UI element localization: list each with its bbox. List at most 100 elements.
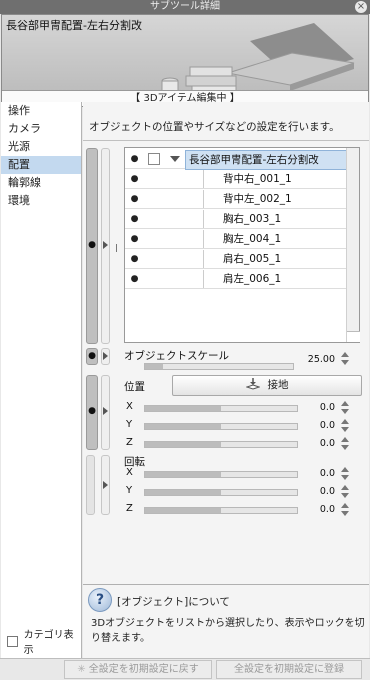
axis-slider[interactable] bbox=[144, 405, 298, 412]
object-row[interactable]: ● 胸右_003_1 bbox=[125, 210, 346, 229]
category-item[interactable]: カメラ bbox=[1, 120, 81, 138]
eye-icon[interactable]: ● bbox=[129, 154, 140, 164]
object-name: 肩右_005_1 bbox=[203, 250, 350, 268]
expand-arrow-icon[interactable] bbox=[103, 407, 108, 415]
object-name: 胸右_003_1 bbox=[203, 210, 350, 228]
window-titlebar: サブツール詳細 × bbox=[0, 0, 370, 14]
object-scale-slider[interactable] bbox=[144, 363, 294, 370]
slider-fill bbox=[145, 364, 163, 369]
axis-spin[interactable] bbox=[340, 485, 349, 499]
eye-icon[interactable]: ● bbox=[129, 214, 140, 224]
eye-icon[interactable]: ● bbox=[86, 351, 98, 361]
axis-slider[interactable] bbox=[144, 441, 298, 448]
help-divider bbox=[83, 584, 369, 585]
category-list: 操作 カメラ 光源 配置 輪郭線 環境 bbox=[1, 102, 81, 210]
axis-label: X bbox=[126, 401, 133, 412]
scale-marker bbox=[116, 244, 117, 252]
object-scale-value[interactable]: 25.00 bbox=[307, 354, 335, 365]
object-list: ● 長谷部甲冑配置-左右分割改 ● 背中右_001_1 ● 背中左_002_1 ● 胸右_… bbox=[124, 147, 360, 343]
axis-slider[interactable] bbox=[144, 507, 298, 514]
axis-value[interactable]: 0.0 bbox=[307, 402, 335, 413]
slider-fill bbox=[145, 508, 221, 513]
category-item[interactable]: 輪郭線 bbox=[1, 174, 81, 192]
object-scale-spin[interactable] bbox=[340, 352, 349, 366]
category-display-toggle[interactable]: カテゴリ表示 bbox=[7, 626, 81, 656]
axis-slider[interactable] bbox=[144, 489, 298, 496]
register-defaults-label: 全設定を初期設定に登録 bbox=[234, 664, 344, 675]
axis-spin[interactable] bbox=[340, 437, 349, 451]
settings-panel: オブジェクトの位置やサイズなどの設定を行います。 ● ● ● ● 長谷部甲冑配置… bbox=[83, 102, 369, 658]
axis-value[interactable]: 0.0 bbox=[307, 486, 335, 497]
divider bbox=[83, 140, 369, 141]
category-item[interactable]: 環境 bbox=[1, 192, 81, 210]
slider-fill bbox=[145, 406, 221, 411]
axis-slider[interactable] bbox=[144, 423, 298, 430]
axis-label: X bbox=[126, 467, 133, 478]
eye-icon[interactable]: ● bbox=[86, 240, 98, 250]
category-item[interactable]: 配置 bbox=[1, 156, 81, 174]
axis-label: Y bbox=[126, 419, 133, 430]
object-row[interactable]: ● 背中左_002_1 bbox=[125, 190, 346, 209]
eye-icon[interactable]: ● bbox=[129, 194, 140, 204]
preview-title: 長谷部甲冑配置-左右分割改 bbox=[6, 19, 142, 32]
help-title: [オブジェクト]について bbox=[117, 596, 230, 608]
object-row-parent[interactable]: ● 長谷部甲冑配置-左右分割改 bbox=[125, 150, 351, 170]
preview-panel: 長谷部甲冑配置-左右分割改 【 3Dアイテム編集中 】 bbox=[1, 14, 369, 107]
object-name: 肩左_006_1 bbox=[203, 270, 350, 288]
axis-slider[interactable] bbox=[144, 471, 298, 478]
axis-label: Z bbox=[126, 437, 133, 448]
slider-fill bbox=[145, 472, 221, 477]
lock-checkbox[interactable] bbox=[148, 153, 160, 165]
category-display-checkbox[interactable] bbox=[7, 635, 18, 647]
category-sidebar: 操作 カメラ 光源 配置 輪郭線 環境 カテゴリ表示 bbox=[1, 102, 82, 658]
category-item[interactable]: 操作 bbox=[1, 102, 81, 120]
axis-label: Y bbox=[126, 485, 133, 496]
category-item[interactable]: 光源 bbox=[1, 138, 81, 156]
category-display-label: カテゴリ表示 bbox=[23, 630, 74, 656]
eye-icon[interactable]: ● bbox=[129, 274, 140, 284]
ground-button[interactable]: 接地 bbox=[172, 375, 362, 396]
axis-value[interactable]: 0.0 bbox=[307, 468, 335, 479]
slider-fill bbox=[145, 442, 221, 447]
eye-icon[interactable]: ● bbox=[129, 174, 140, 184]
eye-icon[interactable]: ● bbox=[129, 234, 140, 244]
eye-icon[interactable]: ● bbox=[86, 406, 98, 416]
object-row[interactable]: ● 胸左_004_1 bbox=[125, 230, 346, 249]
slider-fill bbox=[145, 490, 221, 495]
window-title: サブツール詳細 bbox=[150, 1, 220, 12]
collapse-caret-icon[interactable] bbox=[170, 156, 180, 162]
help-text: 3Dオブジェクトをリストから選択したり、表示やロックを切り替えます。 bbox=[91, 618, 365, 644]
expand-arrow-icon[interactable] bbox=[103, 481, 108, 489]
object-row[interactable]: ● 肩右_005_1 bbox=[125, 250, 346, 269]
close-icon[interactable]: × bbox=[355, 1, 367, 13]
expand-arrow-icon[interactable] bbox=[103, 241, 108, 249]
object-list-scrollbar[interactable] bbox=[346, 148, 360, 342]
object-name: 背中右_001_1 bbox=[203, 170, 350, 188]
object-row[interactable]: ● 肩左_006_1 bbox=[125, 270, 346, 289]
rotation-visibility-track[interactable] bbox=[86, 455, 95, 515]
expand-arrow-icon[interactable] bbox=[103, 352, 108, 360]
object-name: 背中左_002_1 bbox=[203, 190, 350, 208]
position-label: 位置 bbox=[124, 381, 145, 393]
eye-icon[interactable]: ● bbox=[129, 254, 140, 264]
panel-description: オブジェクトの位置やサイズなどの設定を行います。 bbox=[89, 121, 340, 133]
reset-defaults-label: 全設定を初期設定に戻す bbox=[88, 664, 199, 675]
footer-bar: ✳ 全設定を初期設定に戻す 全設定を初期設定に登録 bbox=[0, 658, 370, 680]
reset-defaults-button[interactable]: ✳ 全設定を初期設定に戻す bbox=[64, 660, 212, 679]
register-defaults-button[interactable]: 全設定を初期設定に登録 bbox=[216, 660, 362, 679]
axis-value[interactable]: 0.0 bbox=[307, 438, 335, 449]
scroll-corner bbox=[347, 331, 360, 342]
object-name: 胸左_004_1 bbox=[203, 230, 350, 248]
axis-spin[interactable] bbox=[340, 419, 349, 433]
axis-label: Z bbox=[126, 503, 133, 514]
axis-spin[interactable] bbox=[340, 401, 349, 415]
object-name: 長谷部甲冑配置-左右分割改 bbox=[185, 150, 351, 170]
axis-spin[interactable] bbox=[340, 503, 349, 517]
axis-spin[interactable] bbox=[340, 467, 349, 481]
axis-value[interactable]: 0.0 bbox=[307, 504, 335, 515]
axis-value[interactable]: 0.0 bbox=[307, 420, 335, 431]
reset-icon: ✳ bbox=[77, 664, 89, 675]
ground-icon bbox=[245, 378, 260, 390]
ground-button-label: 接地 bbox=[267, 379, 289, 391]
object-row[interactable]: ● 背中右_001_1 bbox=[125, 170, 346, 189]
